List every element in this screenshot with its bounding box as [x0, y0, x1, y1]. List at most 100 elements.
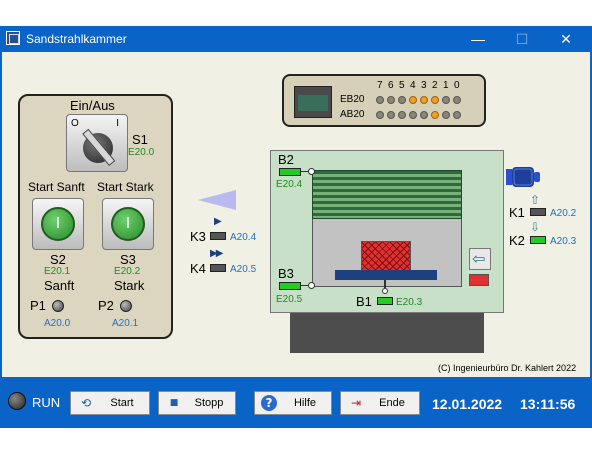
- help-button[interactable]: ? Hilfe: [254, 391, 332, 415]
- b3-probe-icon: [308, 282, 315, 289]
- plc-bit-header: 5: [399, 80, 405, 91]
- eb20-led-6: [387, 96, 395, 104]
- p2-lamp: [120, 300, 132, 312]
- b2-indicator: [279, 168, 301, 176]
- maximize-button[interactable]: ☐: [508, 29, 536, 49]
- door-open-button[interactable]: [469, 248, 491, 270]
- blast-nozzle-icon: [198, 190, 236, 210]
- s2-label: S2: [50, 252, 66, 267]
- eb20-led-1: [442, 96, 450, 104]
- s2-button-cap: I: [41, 207, 75, 241]
- p2-address: A20.1: [112, 318, 139, 329]
- k2-address: A20.3: [550, 236, 577, 247]
- bottom-margin: [0, 428, 592, 455]
- ab20-led-0: [453, 111, 461, 119]
- run-label: RUN: [32, 395, 61, 410]
- exit-icon: ⇥: [350, 396, 362, 410]
- eb20-led-5: [398, 96, 406, 104]
- top-margin: [0, 0, 592, 26]
- start-icon: ⟲: [80, 396, 92, 410]
- s3-button-cap: I: [111, 207, 145, 241]
- chamber-stand: [290, 313, 484, 353]
- eb20-led-7: [376, 96, 384, 104]
- ab20-label: AB20: [340, 109, 365, 120]
- app-window: Sandstrahlkammer — ☐ ✕ Ein/Aus O I S1 E2…: [0, 0, 592, 455]
- b2-label: B2: [278, 152, 294, 167]
- stark-label: Stark: [114, 278, 145, 293]
- exit-button[interactable]: ⇥ Ende: [340, 391, 420, 415]
- b3-label: B3: [278, 266, 294, 281]
- plc-bit-header: 4: [410, 80, 416, 91]
- plc-bit-header: 6: [388, 80, 394, 91]
- s3-start-stark-button[interactable]: I: [102, 198, 154, 250]
- run-status-led: [8, 392, 26, 410]
- b2-probe-icon: [308, 168, 315, 175]
- eb20-label: EB20: [340, 94, 365, 105]
- k3-arrow-icon: ▶: [214, 216, 222, 227]
- b3-indicator: [279, 282, 301, 290]
- k2-arrow-icon: ⇩: [530, 220, 541, 234]
- k1-address: A20.2: [550, 208, 577, 219]
- k4-indicator: [210, 264, 226, 272]
- k3-address: A20.4: [230, 232, 257, 243]
- k2-indicator: [530, 236, 546, 244]
- close-button[interactable]: ✕: [552, 29, 580, 49]
- plc-bit-header: 2: [432, 80, 438, 91]
- k3-label: K3: [190, 229, 206, 244]
- plc-module-icon: [294, 86, 332, 118]
- door-status-indicator: [469, 274, 489, 286]
- s3-label: S3: [120, 252, 136, 267]
- s1-label: S1: [132, 132, 148, 147]
- b1-address: E20.3: [396, 297, 423, 308]
- k2-label: K2: [509, 233, 525, 248]
- start-button[interactable]: ⟲ Start: [70, 391, 150, 415]
- chamber-door-grate: [312, 170, 462, 219]
- plc-bit-header: 7: [377, 80, 383, 91]
- k4-address: A20.5: [230, 264, 257, 275]
- ab20-led-5: [398, 111, 406, 119]
- b1-label: B1: [356, 294, 372, 309]
- workpiece-table: [335, 270, 437, 280]
- s2-start-sanft-button[interactable]: I: [32, 198, 84, 250]
- client-area: Ein/Aus O I S1 E20.0 Start Sanft Start S…: [2, 52, 590, 377]
- s1-address: E20.0: [128, 147, 155, 158]
- stop-icon: ■: [169, 398, 179, 408]
- s3-address: E20.2: [114, 266, 141, 277]
- k1-indicator: [530, 208, 546, 216]
- workpiece: [361, 241, 411, 271]
- ab20-led-7: [376, 111, 384, 119]
- p1-label: P1: [30, 298, 46, 313]
- b2-address: E20.4: [276, 179, 303, 190]
- p2-label: P2: [98, 298, 114, 313]
- window-title: Sandstrahlkammer: [26, 32, 127, 46]
- help-icon: ?: [261, 395, 277, 411]
- plc-bit-header: 1: [443, 80, 449, 91]
- eb20-led-2: [431, 96, 439, 104]
- exhaust-fan-icon: [506, 167, 540, 187]
- p1-lamp: [52, 300, 64, 312]
- switch-pos-on: I: [116, 118, 119, 129]
- switch-title: Ein/Aus: [70, 98, 115, 113]
- stop-button[interactable]: ■ Stopp: [158, 391, 236, 415]
- s2-address: E20.1: [44, 266, 71, 277]
- k4-label: K4: [190, 261, 206, 276]
- k3-indicator: [210, 232, 226, 240]
- eb20-led-0: [453, 96, 461, 104]
- help-label: Hilfe: [293, 397, 316, 409]
- b1-indicator: [377, 297, 393, 305]
- b1-probe-tip: [382, 288, 388, 294]
- b1-probe: [384, 280, 386, 288]
- p1-address: A20.0: [44, 318, 71, 329]
- title-bar: Sandstrahlkammer — ☐ ✕: [0, 26, 592, 52]
- ab20-led-6: [387, 111, 395, 119]
- ab20-led-4: [409, 111, 417, 119]
- stop-label: Stopp: [194, 397, 224, 409]
- k1-arrow-icon: ⇧: [530, 193, 541, 207]
- sanft-label: Sanft: [44, 278, 75, 293]
- start-label: Start: [110, 397, 134, 409]
- eb20-led-3: [420, 96, 428, 104]
- s1-key-switch[interactable]: O I: [66, 114, 128, 172]
- start-stark-label: Start Stark: [97, 180, 154, 194]
- minimize-button[interactable]: —: [464, 29, 492, 49]
- plc-bit-header: 0: [454, 80, 460, 91]
